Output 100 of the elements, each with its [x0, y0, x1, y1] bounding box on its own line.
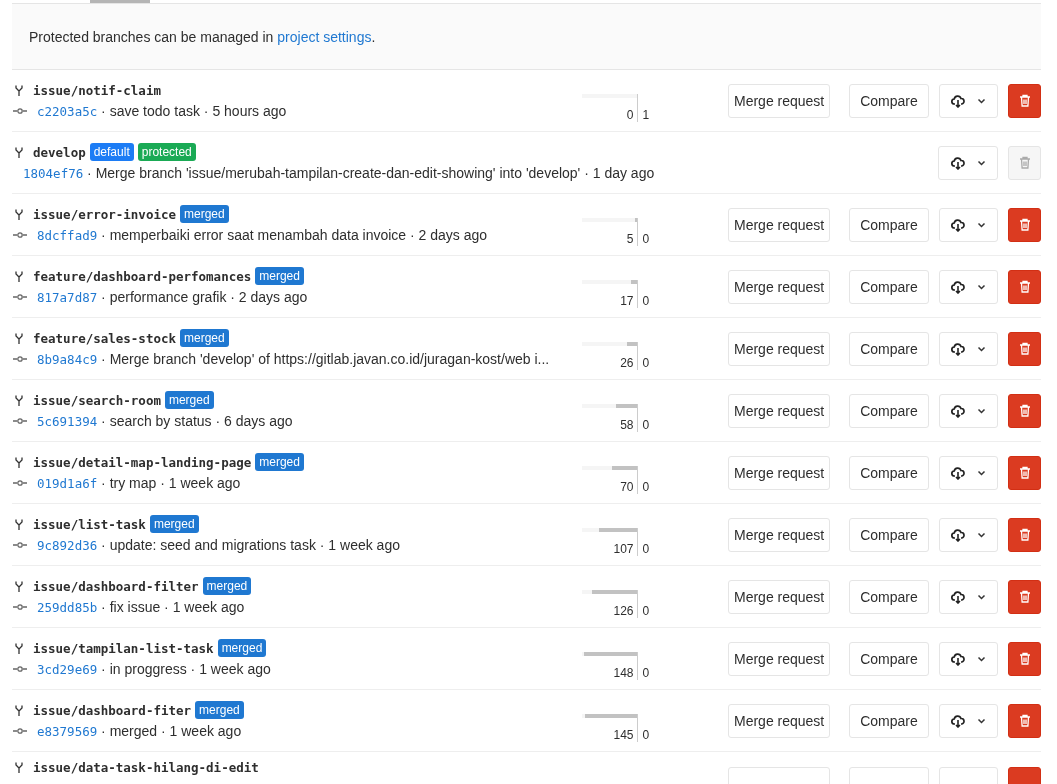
branch-name[interactable]: issue/dashboard-fiter — [33, 702, 192, 718]
commit-message: · Merge branch 'develop' of https://gitlab.javan.co.id/juragan-kost/web i... — [100, 351, 550, 367]
delete-button[interactable] — [1008, 269, 1041, 304]
trash-icon — [1018, 404, 1031, 417]
notice-text: Protected branches can be managed in project settings. — [29, 28, 376, 45]
merge-request-button[interactable]: Merge request — [728, 331, 831, 366]
merge-request-button[interactable]: Merge request — [728, 641, 831, 676]
commit-message: · in proggress · 1 week ago — [100, 661, 271, 677]
compare-button[interactable]: Compare — [849, 393, 929, 428]
commit-icon — [13, 418, 27, 424]
compare-button[interactable]: Compare — [849, 331, 929, 366]
branch-name[interactable]: issue/notif-claim — [33, 82, 161, 98]
trash-icon — [1018, 280, 1031, 293]
download-button[interactable] — [938, 331, 999, 366]
commit-sha-link[interactable]: 8b9a84c9 — [37, 351, 98, 367]
branch-name[interactable]: issue/search-room — [33, 392, 161, 408]
merge-request-button[interactable]: Merge request — [728, 579, 831, 614]
merge-request-button[interactable]: Merge request — [728, 269, 831, 304]
commit-sha-link[interactable]: 3cd29e69 — [37, 661, 98, 677]
download-button[interactable] — [938, 579, 999, 614]
cloud-download-icon — [950, 713, 965, 728]
delete-button[interactable] — [1008, 517, 1041, 552]
branch-icon — [15, 394, 23, 406]
compare-button[interactable]: Compare — [849, 579, 929, 614]
branch-name[interactable]: develop — [33, 144, 86, 160]
commit-message: · Merge branch 'issue/merubah-tampilan-create-dan-edit-showing' into 'develop' · 1 day ago — [86, 165, 655, 181]
branch-name[interactable]: issue/list-task — [33, 516, 146, 532]
download-button[interactable] — [938, 703, 999, 738]
delete-button[interactable] — [1008, 331, 1041, 366]
compare-button[interactable]: Compare — [849, 207, 929, 242]
branch-icon — [15, 146, 23, 158]
merge-request-button[interactable]: Merge request — [728, 393, 831, 428]
commit-sha-link[interactable]: 259dd85b — [37, 599, 98, 615]
behind-count: 5 — [626, 231, 635, 246]
compare-button[interactable]: Compare — [849, 83, 929, 118]
download-button[interactable] — [938, 269, 999, 304]
commit-sha-link[interactable]: 5c691394 — [37, 413, 98, 429]
chevron-down-icon — [976, 531, 986, 538]
commit-message: · save todo task · 5 hours ago — [100, 103, 287, 119]
compare-button[interactable]: Compare — [849, 455, 929, 490]
compare-button[interactable]: Compare — [849, 641, 929, 676]
delete-button[interactable] — [1008, 207, 1041, 242]
compare-button[interactable]: Compare — [849, 269, 929, 304]
chevron-down-icon — [976, 159, 986, 166]
branch-name[interactable]: feature/sales-stock — [33, 330, 176, 346]
commit-sha-link[interactable]: 019d1a6f — [37, 475, 98, 491]
branch-name[interactable]: issue/error-invoice — [33, 206, 176, 222]
branch-icon — [15, 704, 23, 716]
branch-badge: merged — [149, 515, 199, 533]
cloud-download-icon — [950, 93, 965, 108]
merge-request-button[interactable]: Merge request — [728, 207, 831, 242]
delete-button[interactable] — [1008, 393, 1041, 428]
commit-sha-link[interactable]: e8379569 — [37, 723, 98, 739]
merge-request-button[interactable]: Merge request — [728, 517, 831, 552]
commit-icon — [13, 604, 27, 610]
download-button[interactable] — [938, 207, 999, 242]
branch-icon — [15, 761, 23, 773]
download-button[interactable] — [938, 641, 999, 676]
branch-badge: merged — [255, 267, 304, 285]
delete-button[interactable] — [1008, 641, 1041, 676]
download-button[interactable] — [938, 517, 999, 552]
branch-badge: default — [89, 143, 134, 161]
ahead-count: 0 — [642, 417, 651, 432]
download-button[interactable] — [938, 455, 999, 490]
ahead-count: 0 — [642, 665, 651, 680]
delete-button[interactable] — [1008, 703, 1041, 738]
compare-button[interactable]: Compare — [849, 703, 929, 738]
delete-button[interactable] — [1008, 455, 1041, 490]
commit-icon — [13, 480, 27, 486]
chevron-down-icon — [976, 407, 986, 414]
download-button[interactable] — [938, 393, 999, 428]
ahead-count: 0 — [642, 231, 651, 246]
delete-button[interactable] — [1008, 579, 1041, 614]
merge-request-button[interactable]: Merge request — [728, 83, 831, 118]
commit-sha-link[interactable]: 9c892d36 — [37, 537, 98, 553]
cloud-download-icon — [950, 279, 965, 294]
branch-name[interactable]: issue/dashboard-filter — [33, 578, 199, 594]
download-button[interactable] — [938, 145, 998, 180]
branch-name[interactable]: issue/detail-map-landing-page — [33, 454, 252, 470]
cloud-download-icon — [950, 589, 965, 604]
download-button[interactable] — [938, 83, 999, 118]
branch-badge: merged — [202, 577, 252, 595]
cloud-download-icon — [950, 527, 965, 542]
trash-icon — [1018, 94, 1031, 107]
merge-request-button[interactable]: Merge request — [728, 703, 831, 738]
trash-icon — [1018, 528, 1031, 541]
commit-icon — [13, 356, 27, 362]
branch-name[interactable]: issue/data-task-hilang-di-edit — [33, 759, 259, 775]
commit-sha-link[interactable]: 817a7d87 — [37, 289, 98, 305]
cloud-download-icon — [950, 217, 965, 232]
branch-name[interactable]: feature/dashboard-perfomances — [33, 268, 252, 284]
merge-request-button[interactable]: Merge request — [728, 455, 831, 490]
delete-button[interactable] — [1008, 83, 1041, 118]
commit-sha-link[interactable]: c2203a5c — [37, 103, 98, 119]
branch-badge: protected — [137, 143, 196, 161]
commit-icon — [13, 542, 27, 548]
commit-sha-link[interactable]: 1804ef76 — [23, 165, 84, 181]
compare-button[interactable]: Compare — [849, 517, 929, 552]
branch-name[interactable]: issue/tampilan-list-task — [33, 640, 214, 656]
commit-sha-link[interactable]: 8dcffad9 — [37, 227, 98, 243]
